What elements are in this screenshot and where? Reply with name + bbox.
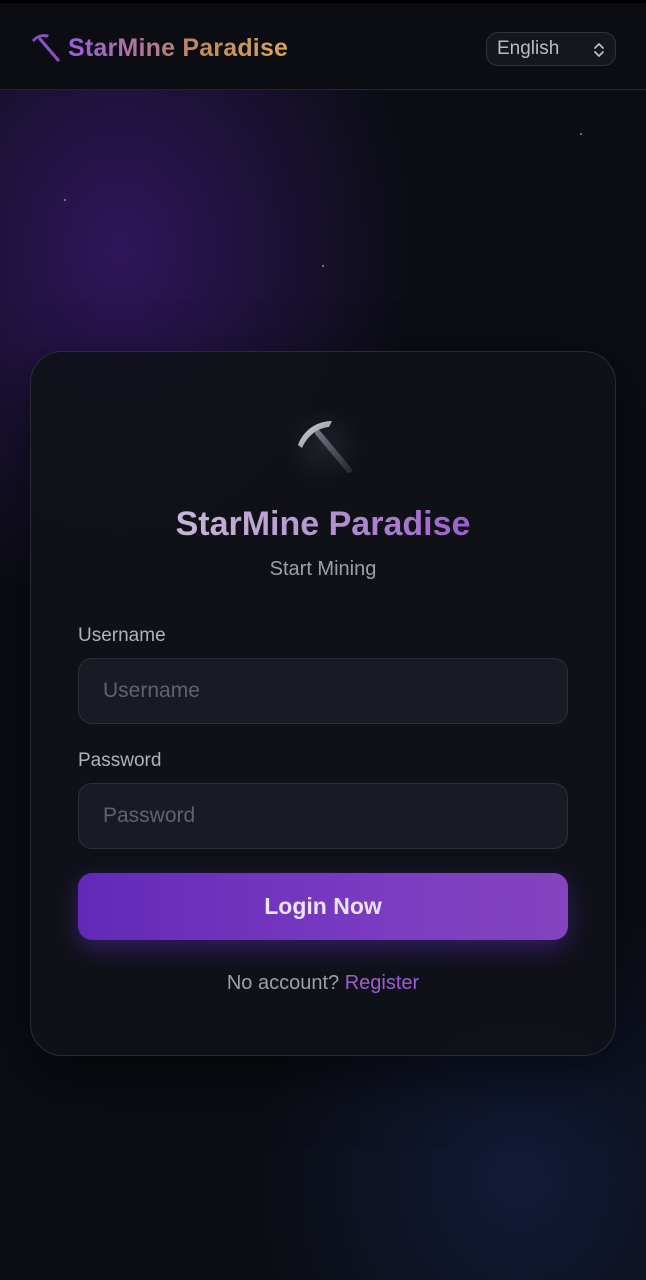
chevron-up-down-icon: [592, 41, 606, 59]
language-select-value: English: [497, 38, 560, 59]
login-card: StarMine Paradise Start Mining Username …: [30, 351, 616, 1056]
register-link[interactable]: Register: [345, 972, 419, 994]
top-navigation-bar: StarMine Paradise English: [0, 0, 646, 90]
background-star: [64, 199, 66, 201]
login-page: StarMine Paradise English StarMine Parad…: [0, 0, 646, 1280]
language-select[interactable]: English: [486, 32, 616, 66]
register-prompt-text: No account?: [226, 972, 340, 994]
login-title-text: StarMine Paradise: [175, 505, 471, 543]
brand-name: StarMine Paradise: [68, 33, 289, 62]
pickaxe-icon: [28, 31, 62, 65]
password-label: Password: [78, 750, 162, 771]
card-logo: [284, 407, 362, 485]
background-star: [580, 133, 582, 135]
username-label: Username: [78, 625, 166, 646]
login-button[interactable]: Login Now: [78, 873, 568, 940]
register-prompt-line: No account? Register: [31, 972, 615, 995]
background-star: [322, 265, 324, 267]
brand-logo[interactable]: StarMine Paradise: [28, 31, 288, 65]
pickaxe-icon: [294, 415, 356, 482]
login-subtitle: Start Mining: [269, 558, 377, 580]
username-input[interactable]: [78, 658, 568, 724]
login-title: StarMine Paradise: [31, 505, 615, 544]
password-input[interactable]: [78, 783, 568, 849]
